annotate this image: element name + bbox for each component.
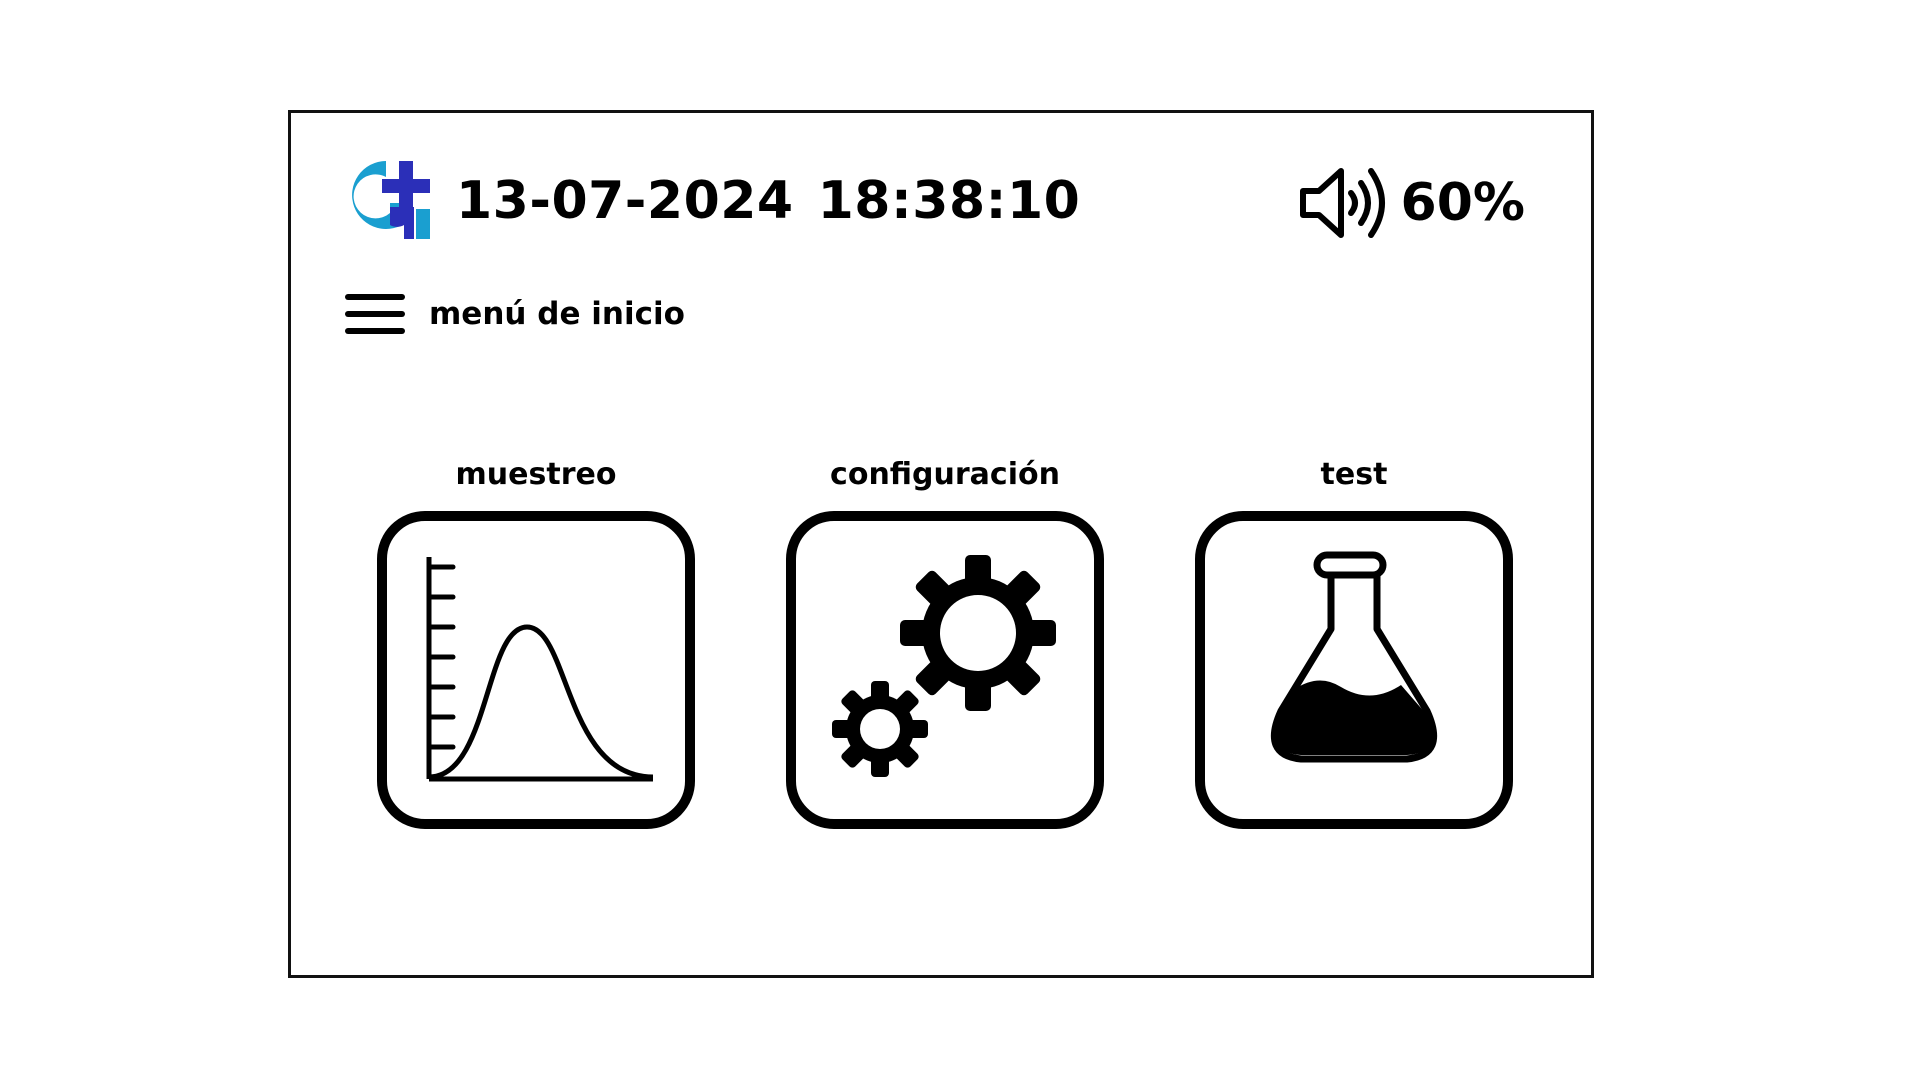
tile-configuracion-label: configuración: [830, 457, 1060, 492]
tile-test[interactable]: test: [1189, 453, 1519, 829]
tile-configuracion-button[interactable]: [786, 511, 1104, 829]
speaker-icon: [1299, 168, 1385, 238]
tile-test-label: test: [1320, 457, 1388, 492]
flask-icon: [1270, 551, 1438, 763]
start-menu-label: menú de inicio: [429, 296, 685, 332]
tile-muestreo-button[interactable]: [377, 511, 695, 829]
bell-curve-chart-icon: [426, 557, 654, 782]
datetime-display: 13-07-2024 18:38:10: [456, 171, 1080, 231]
start-menu-button[interactable]: menú de inicio: [343, 290, 685, 338]
date-text: 13-07-2024: [456, 171, 794, 231]
tile-test-button[interactable]: [1195, 511, 1513, 829]
tile-muestreo[interactable]: muestreo: [371, 453, 701, 829]
tile-muestreo-label: muestreo: [455, 457, 617, 492]
hamburger-icon: [345, 294, 405, 334]
volume-value: 60%: [1400, 173, 1525, 233]
main-screen: 13-07-2024 18:38:10 60% menú de inicio mu…: [288, 110, 1594, 978]
gears-icon: [832, 555, 1056, 777]
tile-configuracion[interactable]: configuración: [780, 453, 1110, 829]
volume-indicator[interactable]: 60%: [1297, 163, 1525, 243]
time-text: 18:38:10: [817, 171, 1081, 231]
brand-logo-icon: [352, 161, 430, 239]
